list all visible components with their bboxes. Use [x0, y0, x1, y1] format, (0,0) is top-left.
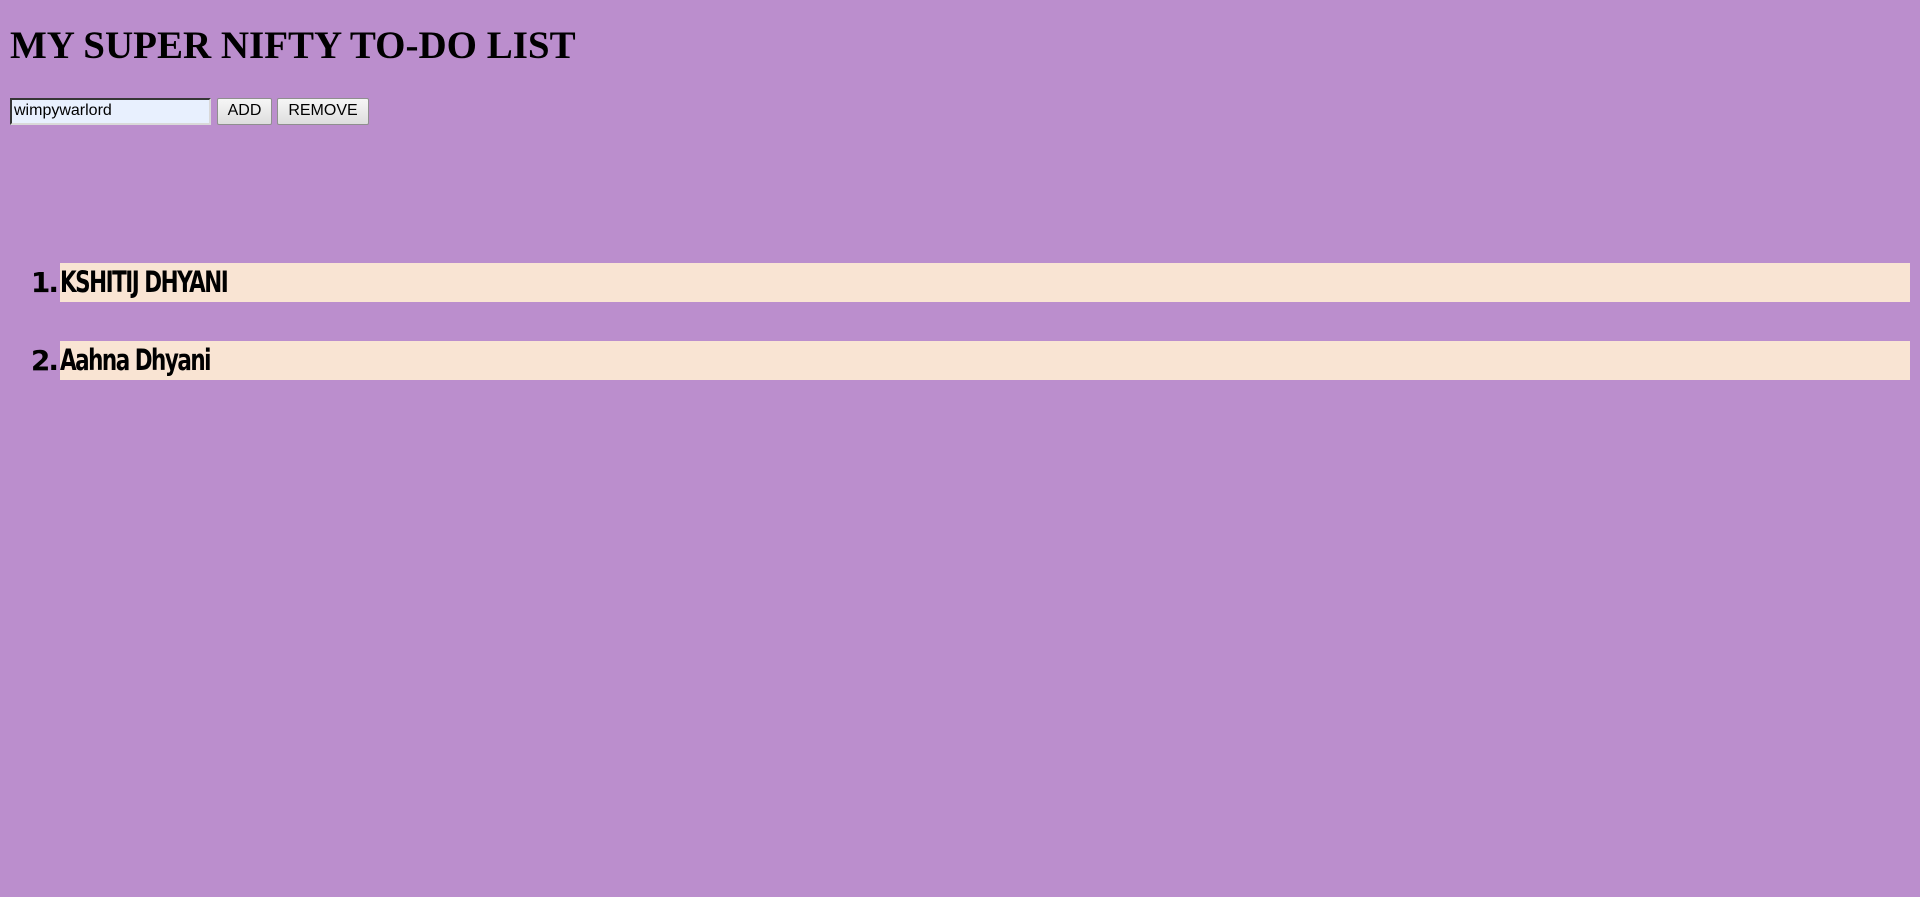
remove-button[interactable]: REMOVE: [277, 97, 369, 125]
todo-item-text: Aahna Dhyani: [60, 343, 212, 377]
todo-controls: ADD REMOVE: [10, 97, 369, 125]
todo-item-number: 2.: [30, 344, 59, 377]
todo-item[interactable]: 1. KSHITIJ DHYANI: [0, 263, 1920, 302]
task-input[interactable]: [10, 97, 211, 125]
todo-item[interactable]: 2. Aahna Dhyani: [0, 341, 1920, 380]
todo-list: 1. KSHITIJ DHYANI 2. Aahna Dhyani: [0, 263, 1920, 419]
todo-item-text: KSHITIJ DHYANI: [60, 265, 229, 299]
todo-item-number: 1.: [30, 266, 59, 299]
todo-item-highlight: [60, 263, 1910, 302]
add-button[interactable]: ADD: [217, 97, 272, 125]
todo-item-highlight: [60, 341, 1910, 380]
page-title: MY SUPER NIFTY TO-DO LIST: [10, 24, 576, 67]
